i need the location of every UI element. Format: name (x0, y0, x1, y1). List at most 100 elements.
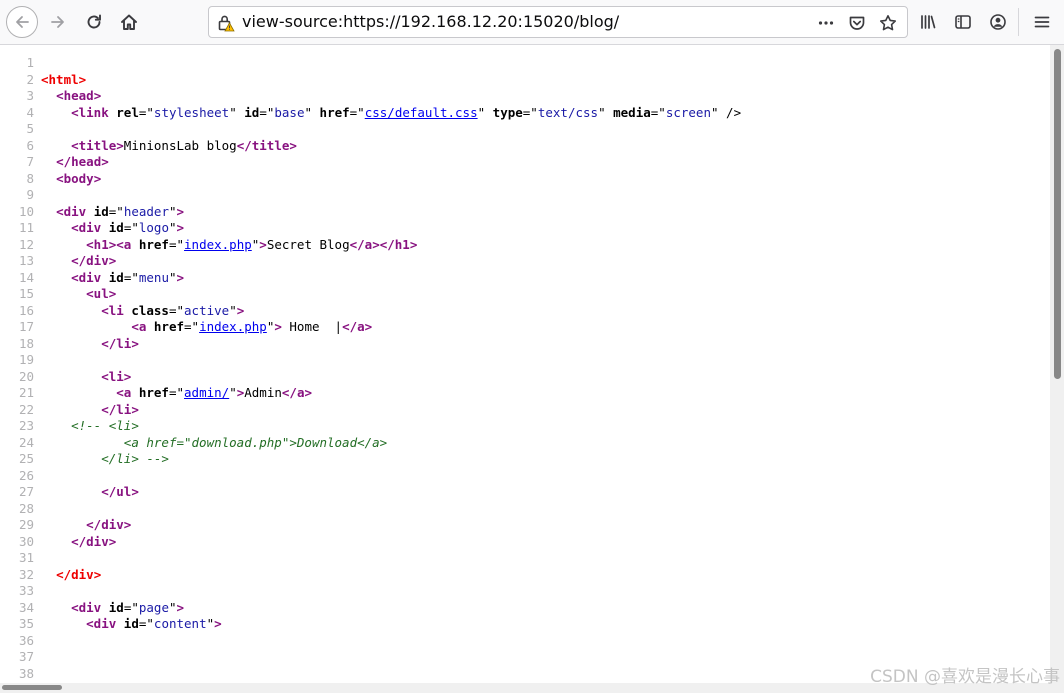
source-line: 37 (0, 649, 41, 666)
account-button[interactable] (982, 6, 1014, 38)
line-number: 9 (26, 187, 34, 202)
star-icon[interactable] (878, 13, 898, 33)
line-number: 20 (18, 368, 34, 384)
attr-value: content (153, 616, 207, 631)
source-line: 29 </div> (0, 517, 131, 534)
css-link[interactable]: css/default.css (365, 105, 478, 120)
a-close-tag: </a> (342, 319, 373, 334)
line-number: 21 (18, 385, 34, 400)
line-number: 7 (26, 154, 34, 169)
h1-close-tag: </h1> (379, 236, 418, 252)
source-line: 19 (0, 352, 41, 369)
ul-close-tag: </ul> (101, 484, 139, 499)
source-line: 10 <div id="header"> (0, 204, 184, 221)
html-tag: <html> (41, 71, 87, 87)
attr-name: id (108, 220, 124, 235)
attr-name: rel (116, 104, 139, 120)
line-number: 4 (26, 104, 34, 120)
reload-button[interactable] (78, 6, 110, 38)
attr-value: header (123, 203, 169, 219)
self-close: /> (726, 104, 742, 120)
vertical-scrollbar-thumb[interactable] (1054, 49, 1061, 379)
head-close-tag: </head> (56, 154, 109, 169)
forward-button[interactable] (42, 6, 74, 38)
source-line: 30 </div> (0, 534, 116, 551)
library-button[interactable] (912, 6, 944, 38)
attr-value: screen (665, 104, 711, 120)
url-bar[interactable]: view-source:https://192.168.12.20:15020/… (208, 6, 908, 38)
line-number: 33 (18, 583, 34, 598)
menu-button[interactable] (1026, 6, 1058, 38)
source-line: 8 <body> (0, 171, 101, 188)
url-text[interactable]: view-source:https://192.168.12.20:15020/… (242, 12, 619, 31)
attr-value: page (138, 599, 169, 615)
div-tag: <div (71, 269, 102, 285)
source-line: 21 <a href="admin/">Admin</a> (0, 385, 312, 402)
more-icon[interactable] (816, 13, 836, 33)
attr-name: media (613, 104, 651, 120)
source-line: 26 (0, 468, 41, 485)
index-link[interactable]: index.php (199, 319, 267, 334)
source-line: 12 <h1><a href="index.php">Secret Blog</… (0, 237, 417, 254)
source-line: 28 (0, 501, 41, 518)
source-line: 25 </li> --> (0, 451, 169, 468)
attr-name: id (93, 203, 109, 219)
source-line: 5 (0, 121, 41, 138)
line-number: 26 (18, 467, 34, 483)
source-view: 1 2 <html> 3 <head> 4 <link rel="styleshe… (0, 45, 1050, 683)
attr-value: base (274, 104, 305, 120)
title-close-tag: </title> (236, 137, 297, 153)
index-link[interactable]: index.php (184, 237, 252, 252)
div-close-tag: </div> (71, 533, 117, 549)
html-comment: </li> --> (101, 451, 169, 466)
source-line: 9 (0, 187, 41, 204)
source-line: 34 <div id="page"> (0, 600, 184, 617)
line-number: 1 (26, 55, 34, 70)
line-number: 25 (18, 451, 34, 466)
line-number: 3 (26, 88, 34, 103)
library-icon (919, 13, 937, 31)
a-tag: <a (131, 319, 147, 334)
div-close-tag: </div> (86, 517, 132, 532)
link-text: Home | (281, 319, 343, 334)
line-number: 23 (18, 418, 34, 433)
div-tag: <div (56, 203, 87, 219)
pocket-icon[interactable] (847, 13, 867, 33)
source-line: 14 <div id="menu"> (0, 270, 184, 287)
div-close-tag: </div> (71, 253, 117, 268)
head-tag: <head> (56, 88, 102, 103)
line-number: 27 (18, 484, 34, 499)
horizontal-scrollbar-thumb[interactable] (2, 685, 62, 690)
admin-link[interactable]: admin/ (184, 385, 229, 400)
attr-name: href (153, 319, 185, 334)
html-comment: <a href="download.php">Download</a> (123, 434, 388, 450)
source-line: 32 </div> (0, 567, 101, 584)
home-button[interactable] (113, 6, 145, 38)
li-close-tag: </li> (101, 401, 139, 417)
line-number: 24 (18, 434, 34, 450)
link-text: Secret Blog (266, 236, 350, 252)
attr-value: active (184, 302, 230, 318)
attr-value: text/css (537, 104, 599, 120)
back-button[interactable] (6, 6, 38, 38)
div-tag: <div (86, 616, 117, 631)
line-number: 28 (18, 500, 34, 516)
line-number: 16 (18, 302, 34, 318)
line-number: 35 (18, 616, 34, 631)
watermark: CSDN @喜欢是漫长心事 (870, 667, 1060, 687)
attr-value: menu (138, 269, 169, 285)
attr-name: href (138, 236, 169, 252)
line-number: 10 (18, 203, 34, 219)
link-tag: <link (71, 104, 109, 120)
source-line: 33 (0, 583, 41, 600)
html-comment: <!-- <li> (71, 418, 139, 433)
vertical-scrollbar[interactable] (1050, 45, 1064, 693)
insecure-lock-warning-icon[interactable] (216, 13, 236, 33)
source-line: 23 <!-- <li> (0, 418, 139, 435)
source-line: 15 <ul> (0, 286, 116, 303)
link-text: Admin (244, 385, 282, 400)
source-line: 31 (0, 550, 41, 567)
source-line: 17 <a href="index.php"> Home |</a> (0, 319, 372, 336)
sidebar-button[interactable] (947, 6, 979, 38)
line-number: 13 (18, 253, 34, 268)
